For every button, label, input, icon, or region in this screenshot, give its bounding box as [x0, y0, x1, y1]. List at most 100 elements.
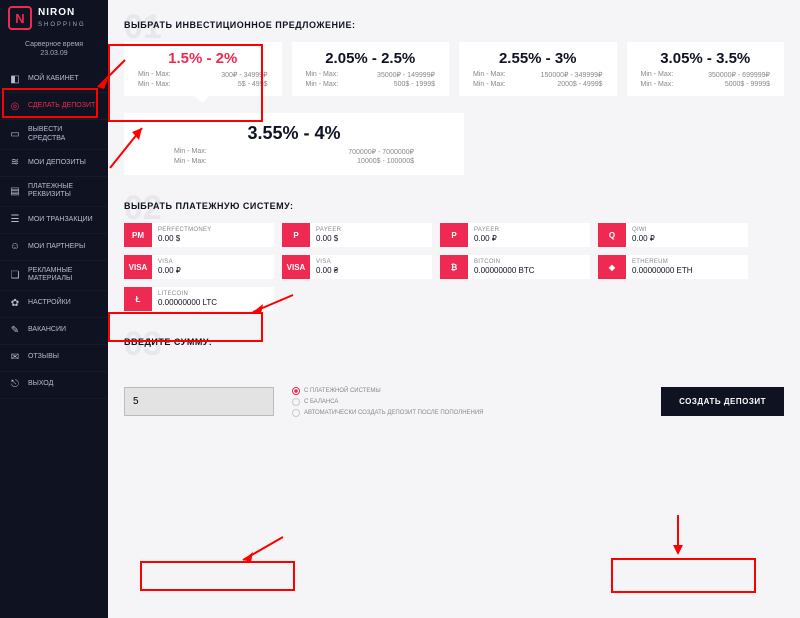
payment-name: QIWI	[632, 227, 742, 233]
payment-option-1[interactable]: P PAYEER 0.00 $	[282, 223, 432, 247]
nav-icon: ☰	[8, 213, 22, 227]
nav-label: ОТЗЫВЫ	[28, 353, 59, 361]
nav-icon: ⎋	[8, 378, 22, 392]
payment-option-5[interactable]: VISA VISA 0.00 ₴	[282, 255, 432, 279]
nav-icon: ☺	[8, 240, 22, 254]
radio-option-2[interactable]: АВТОМАТИЧЕСКИ СОЗДАТЬ ДЕПОЗИТ ПОСЛЕ ПОПО…	[292, 409, 484, 417]
payment-option-4[interactable]: VISA VISA 0.00 ₽	[124, 255, 274, 279]
brand-sub: SHOPPING	[38, 22, 86, 28]
brand-name: NIRON	[38, 7, 75, 18]
radio-dot-icon	[292, 398, 300, 406]
nav-icon: ◧	[8, 72, 22, 86]
sidebar-item-3[interactable]: ≋ МОИ ДЕПОЗИТЫ	[0, 150, 108, 177]
sidebar-item-10[interactable]: ✉ ОТЗЫВЫ	[0, 345, 108, 372]
server-time: Сарверное время 23.03.09	[0, 36, 108, 66]
plan-card-big[interactable]: 3.55% - 4% Min - Max:700000₽ - 7000000₽ …	[124, 113, 464, 175]
plan-card-1[interactable]: 2.05% - 2.5% Min - Max:35000₽ - 149999₽ …	[292, 42, 450, 96]
nav-label: ВАКАНСИИ	[28, 326, 66, 334]
nav-label: МОИ ПАРТНЕРЫ	[28, 243, 85, 251]
payment-icon: VISA	[282, 255, 310, 279]
payment-name: VISA	[316, 259, 426, 265]
logo: N NIRON SHOPPING	[0, 0, 108, 36]
create-deposit-button[interactable]: СОЗДАТЬ ДЕПОЗИТ	[661, 387, 784, 416]
sidebar-item-9[interactable]: ✎ ВАКАНСИИ	[0, 318, 108, 345]
nav-icon: ≋	[8, 156, 22, 170]
nav-icon: ▭	[8, 128, 22, 142]
radio-option-0[interactable]: С ПЛАТЕЖНОЙ СИСТЕМЫ	[292, 387, 484, 395]
nav-label: МОИ ТРАНЗАКЦИИ	[28, 216, 93, 224]
plan-rate: 3.05% - 3.5%	[641, 50, 771, 67]
payment-balance: 0.00 ₽	[632, 234, 742, 243]
payment-name: ETHEREUM	[632, 259, 742, 265]
payment-name: PERFECTMONEY	[158, 227, 268, 233]
nav-icon: ▤	[8, 184, 22, 198]
nav-icon: ✎	[8, 324, 22, 338]
nav-label: НАСТРОЙКИ	[28, 299, 71, 307]
payment-name: BITCOIN	[474, 259, 584, 265]
plan-card-3[interactable]: 3.05% - 3.5% Min - Max:350000₽ - 699999₽…	[627, 42, 785, 96]
payment-balance: 0.00000000 BTC	[474, 266, 584, 275]
radio-dot-icon	[292, 387, 300, 395]
payment-balance: 0.00000000 LTC	[158, 298, 268, 307]
payment-balance: 0.00 $	[158, 234, 268, 243]
plan-rate: 1.5% - 2%	[138, 50, 268, 67]
payment-balance: 0.00 ₴	[316, 266, 426, 275]
payment-icon: VISA	[124, 255, 152, 279]
payment-name: PAYEER	[474, 227, 584, 233]
nav-icon: ✿	[8, 297, 22, 311]
radio-label: АВТОМАТИЧЕСКИ СОЗДАТЬ ДЕПОЗИТ ПОСЛЕ ПОПО…	[304, 410, 484, 416]
sidebar-item-1[interactable]: ◎ СДЕЛАТЬ ДЕПОЗИТ	[0, 93, 108, 120]
plan-card-0[interactable]: 1.5% - 2% Min - Max:300₽ - 34999₽ Min - …	[124, 42, 282, 96]
nav-label: СДЕЛАТЬ ДЕПОЗИТ	[28, 102, 95, 110]
payment-option-8[interactable]: Ł LITECOIN 0.00000000 LTC	[124, 287, 274, 311]
logo-icon: N	[8, 6, 32, 30]
payment-name: PAYEER	[316, 227, 426, 233]
section-title-2: ВЫБРАТЬ ПЛАТЕЖНУЮ СИСТЕМУ:	[124, 199, 784, 211]
payment-option-2[interactable]: P PAYEER 0.00 ₽	[440, 223, 590, 247]
nav-label: РЕКЛАМНЫЕ МАТЕРИАЛЫ	[28, 267, 100, 284]
payment-option-7[interactable]: ◆ ETHEREUM 0.00000000 ETH	[598, 255, 748, 279]
sidebar-item-7[interactable]: ❏ РЕКЛАМНЫЕ МАТЕРИАЛЫ	[0, 261, 108, 291]
payment-balance: 0.00 ₽	[474, 234, 584, 243]
amount-input[interactable]	[124, 387, 274, 416]
sidebar-item-8[interactable]: ✿ НАСТРОЙКИ	[0, 291, 108, 318]
radio-option-1[interactable]: С БАЛАНСА	[292, 398, 484, 406]
nav-label: ВЫХОД	[28, 380, 53, 388]
nav-label: МОИ ДЕПОЗИТЫ	[28, 159, 86, 167]
section-title-1: ВЫБРАТЬ ИНВЕСТИЦИОННОЕ ПРЕДЛОЖЕНИЕ:	[124, 18, 784, 30]
sidebar-item-2[interactable]: ▭ ВЫВЕСТИ СРЕДСТВА	[0, 120, 108, 150]
nav-icon: ◎	[8, 99, 22, 113]
nav-icon: ❏	[8, 268, 22, 282]
sidebar-item-5[interactable]: ☰ МОИ ТРАНЗАКЦИИ	[0, 207, 108, 234]
payment-icon: Ł	[124, 287, 152, 311]
nav-label: ПЛАТЕЖНЫЕ РЕКВИЗИТЫ	[28, 183, 100, 200]
section-title-3: ВВЕДИТЕ СУММУ:	[124, 335, 784, 347]
radio-label: С ПЛАТЕЖНОЙ СИСТЕМЫ	[304, 388, 381, 394]
payment-icon: Q	[598, 223, 626, 247]
plan-card-2[interactable]: 2.55% - 3% Min - Max:150000₽ - 349999₽ M…	[459, 42, 617, 96]
payment-balance: 0.00000000 ETH	[632, 266, 742, 275]
payment-option-3[interactable]: Q QIWI 0.00 ₽	[598, 223, 748, 247]
sidebar-item-11[interactable]: ⎋ ВЫХОД	[0, 372, 108, 399]
payment-option-6[interactable]: ₿ BITCOIN 0.00000000 BTC	[440, 255, 590, 279]
plan-rate: 3.55% - 4%	[154, 123, 434, 144]
plan-rate: 2.05% - 2.5%	[306, 50, 436, 67]
sidebar-item-0[interactable]: ◧ МОЙ КАБИНЕТ	[0, 66, 108, 93]
payment-balance: 0.00 $	[316, 234, 426, 243]
radio-label: С БАЛАНСА	[304, 399, 338, 405]
nav-label: МОЙ КАБИНЕТ	[28, 75, 79, 83]
payment-name: VISA	[158, 259, 268, 265]
payment-balance: 0.00 ₽	[158, 266, 268, 275]
nav-icon: ✉	[8, 351, 22, 365]
plan-rate: 2.55% - 3%	[473, 50, 603, 67]
payment-icon: ₿	[440, 255, 468, 279]
sidebar: N NIRON SHOPPING Сарверное время 23.03.0…	[0, 0, 108, 618]
sidebar-item-4[interactable]: ▤ ПЛАТЕЖНЫЕ РЕКВИЗИТЫ	[0, 177, 108, 207]
nav-label: ВЫВЕСТИ СРЕДСТВА	[28, 126, 100, 143]
payment-icon: ◆	[598, 255, 626, 279]
sidebar-item-6[interactable]: ☺ МОИ ПАРТНЕРЫ	[0, 234, 108, 261]
payment-icon: P	[282, 223, 310, 247]
main-content: 01 ВЫБРАТЬ ИНВЕСТИЦИОННОЕ ПРЕДЛОЖЕНИЕ: 1…	[108, 0, 800, 618]
radio-dot-icon	[292, 409, 300, 417]
payment-name: LITECOIN	[158, 291, 268, 297]
